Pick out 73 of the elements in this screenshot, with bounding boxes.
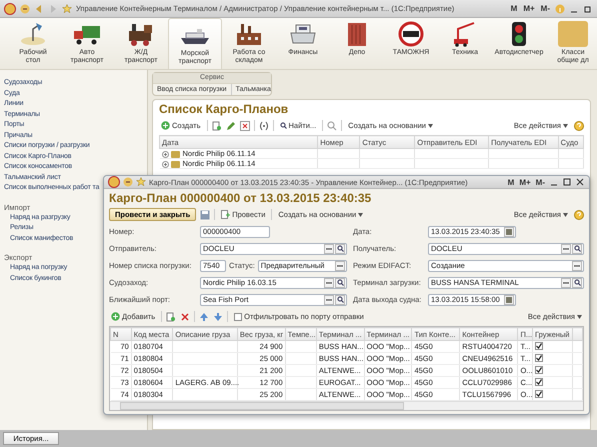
loaded-checkbox[interactable] <box>535 354 544 362</box>
loaded-checkbox[interactable] <box>535 342 544 350</box>
select-button[interactable] <box>324 294 334 304</box>
help-icon[interactable] <box>574 210 584 220</box>
copy-icon[interactable] <box>166 312 176 322</box>
plus-icon <box>111 312 120 321</box>
search-button[interactable] <box>335 244 345 254</box>
table-cell <box>285 340 316 352</box>
document-title: Карго-План 000000400 от 13.03.2015 23:40:35 <box>109 191 372 205</box>
table-cell <box>172 364 238 376</box>
table-cell <box>172 352 238 364</box>
search-button[interactable] <box>335 294 345 304</box>
loaded-checkbox[interactable] <box>535 366 544 374</box>
search-icon <box>574 279 580 286</box>
memory-button[interactable]: M- <box>534 178 546 186</box>
search-icon[interactable] <box>327 120 338 130</box>
sign-icon <box>396 21 426 47</box>
delete-icon[interactable] <box>240 120 250 130</box>
search-icon <box>336 245 344 252</box>
table-cell <box>285 352 316 364</box>
caret-icon <box>577 314 582 318</box>
calendar-button[interactable] <box>504 226 514 236</box>
brackets-icon[interactable] <box>258 120 269 130</box>
app-logo-icon[interactable] <box>4 2 16 14</box>
caret-icon <box>563 124 568 128</box>
table-cell <box>285 364 316 376</box>
caret-icon <box>428 124 433 128</box>
move-down-icon[interactable] <box>213 312 224 322</box>
star-icon[interactable] <box>62 4 72 14</box>
select-button[interactable] <box>324 244 334 254</box>
document-plus-icon <box>221 210 230 219</box>
app-logo-icon[interactable] <box>108 176 120 188</box>
caret-icon <box>563 212 568 216</box>
loaded-checkbox[interactable] <box>535 378 544 386</box>
delete-icon[interactable] <box>180 312 190 322</box>
factory-icon <box>234 21 264 47</box>
search-icon <box>280 122 287 129</box>
select-button[interactable] <box>561 278 571 288</box>
search-icon <box>336 279 344 286</box>
select-button[interactable] <box>561 244 571 254</box>
maximize-icon[interactable] <box>562 177 572 187</box>
copy-icon[interactable] <box>212 120 222 130</box>
star-icon[interactable] <box>136 177 146 187</box>
memory-button[interactable]: M+ <box>522 4 536 13</box>
expand-icon[interactable] <box>162 150 168 158</box>
search-icon <box>336 296 344 303</box>
search-button[interactable] <box>335 278 345 288</box>
memory-button[interactable]: M <box>506 178 516 186</box>
search-button[interactable] <box>572 278 582 288</box>
memory-button[interactable]: M <box>510 4 518 13</box>
search-icon <box>574 245 580 252</box>
pencil-icon[interactable] <box>226 120 236 130</box>
scrollbar[interactable] <box>110 401 583 410</box>
select-button[interactable] <box>572 260 582 270</box>
plus-icon <box>161 121 170 130</box>
loaded-checkbox[interactable] <box>535 390 544 398</box>
memory-button[interactable]: M+ <box>518 178 532 186</box>
help-icon[interactable] <box>574 120 584 130</box>
memory-button[interactable]: M- <box>540 4 551 13</box>
restore-icon[interactable] <box>583 4 593 14</box>
search-button[interactable] <box>572 244 582 254</box>
expand-icon[interactable] <box>162 160 168 168</box>
select-button[interactable] <box>335 260 345 270</box>
menu-icon[interactable] <box>123 177 133 187</box>
menu-icon[interactable] <box>20 4 30 14</box>
caret-icon <box>358 212 364 216</box>
list-title: Список Карго-Планов <box>159 102 290 116</box>
close-icon[interactable] <box>575 177 585 187</box>
table-cell <box>172 340 238 352</box>
save-icon[interactable] <box>200 210 210 220</box>
calendar-button[interactable] <box>504 294 514 304</box>
move-up-icon[interactable] <box>199 312 210 322</box>
select-button[interactable] <box>324 278 334 288</box>
